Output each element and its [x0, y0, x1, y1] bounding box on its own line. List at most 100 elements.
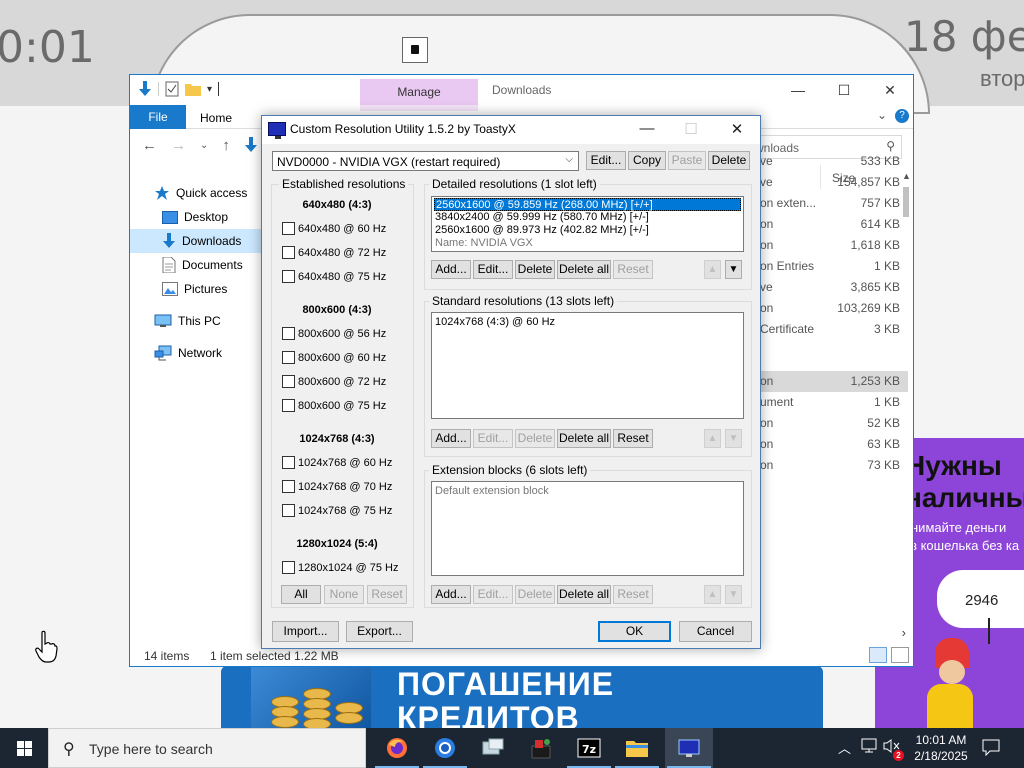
- vertical-scrollbar[interactable]: ▲: [899, 171, 913, 627]
- list-item[interactable]: on Entries 1 KB: [752, 256, 908, 277]
- list-item[interactable]: on exten... 757 KB: [752, 193, 908, 214]
- extension-blocks-list[interactable]: Default extension block: [431, 481, 744, 576]
- scroll-thumb[interactable]: [903, 187, 909, 217]
- taskbar-clock[interactable]: 10:01 AM 2/18/2025: [906, 732, 976, 764]
- checkbox-640x480-60[interactable]: 640x480 @ 60 Hz: [282, 222, 386, 235]
- download-arrow-icon[interactable]: [138, 81, 152, 97]
- list-item[interactable]: 2560x1600 @ 89.973 Hz (402.82 MHz) [+/-]: [434, 224, 650, 237]
- detailed-resolutions-list[interactable]: 2560x1600 @ 59.859 Hz (268.00 MHz) [+/+]…: [431, 196, 744, 252]
- ok-button[interactable]: OK: [598, 621, 671, 642]
- chrome-taskbar-button[interactable]: [421, 728, 469, 768]
- checkbox-640x480-72[interactable]: 640x480 @ 72 Hz: [282, 246, 386, 259]
- cru-taskbar-button[interactable]: [665, 728, 713, 768]
- delete-all-extension-button[interactable]: Delete all: [557, 585, 611, 604]
- delete-device-button[interactable]: Delete: [708, 151, 750, 170]
- properties-icon[interactable]: [165, 81, 179, 97]
- large-icons-view-icon[interactable]: [891, 647, 909, 663]
- recent-dropdown-icon[interactable]: ⌄: [200, 137, 208, 154]
- list-item[interactable]: Default extension block: [434, 485, 550, 498]
- app-taskbar-button[interactable]: [517, 728, 565, 768]
- checkbox-1280x1024-75[interactable]: 1280x1024 @ 75 Hz: [282, 561, 398, 574]
- list-item[interactable]: 1024x768 (4:3) @ 60 Hz: [434, 316, 556, 329]
- checkbox-1024x768-60[interactable]: 1024x768 @ 60 Hz: [282, 456, 392, 469]
- checkbox-800x600-72[interactable]: 800x600 @ 72 Hz: [282, 375, 386, 388]
- 7zip-taskbar-button[interactable]: 7z: [565, 728, 613, 768]
- export-button[interactable]: Export...: [346, 621, 413, 642]
- dialog-titlebar[interactable]: Custom Resolution Utility 1.5.2 by Toast…: [262, 116, 760, 144]
- import-button[interactable]: Import...: [272, 621, 339, 642]
- start-button[interactable]: [0, 728, 48, 768]
- sidebar-item-downloads[interactable]: Downloads: [130, 229, 264, 253]
- list-item[interactable]: Certificate 3 KB: [752, 319, 908, 340]
- list-item[interactable]: 3840x2400 @ 59.999 Hz (580.70 MHz) [+/-]: [434, 211, 650, 224]
- minimize-button[interactable]: —: [775, 75, 821, 105]
- sidebar-item-pictures[interactable]: Pictures: [162, 277, 227, 301]
- tab-file[interactable]: File: [130, 105, 186, 129]
- checkbox-800x600-60[interactable]: 800x600 @ 60 Hz: [282, 351, 386, 364]
- new-folder-icon[interactable]: [185, 82, 201, 96]
- ribbon-expand-icon[interactable]: ⌄: [877, 108, 887, 122]
- tab-home[interactable]: Home: [200, 111, 232, 125]
- checkbox-640x480-75[interactable]: 640x480 @ 75 Hz: [282, 270, 386, 283]
- cancel-button[interactable]: Cancel: [679, 621, 752, 642]
- reset-standard-button[interactable]: Reset: [613, 429, 653, 448]
- maximize-button[interactable]: ☐: [821, 75, 867, 105]
- firefox-taskbar-button[interactable]: [373, 728, 421, 768]
- add-standard-button[interactable]: Add...: [431, 429, 471, 448]
- taskbar-search-box[interactable]: ⚲ Type here to search: [48, 728, 366, 768]
- sidebar-item-documents[interactable]: Documents: [162, 253, 243, 277]
- tab-application-tools[interactable]: [360, 105, 478, 111]
- close-button[interactable]: ✕: [867, 75, 913, 105]
- checkbox-800x600-56[interactable]: 800x600 @ 56 Hz: [282, 327, 386, 340]
- list-item[interactable]: on 1,253 KB: [752, 371, 908, 392]
- edit-detailed-button[interactable]: Edit...: [473, 260, 513, 279]
- add-extension-button[interactable]: Add...: [431, 585, 471, 604]
- delete-all-detailed-button[interactable]: Delete all: [557, 260, 611, 279]
- sidebar-item-this-pc[interactable]: This PC: [154, 309, 221, 333]
- back-arrow-icon[interactable]: ←: [142, 137, 157, 154]
- show-hidden-icons-icon[interactable]: ︿: [838, 738, 851, 768]
- details-view-icon[interactable]: [869, 647, 887, 663]
- up-arrow-icon[interactable]: ↑: [222, 137, 230, 154]
- move-down-icon[interactable]: ▼: [725, 260, 742, 279]
- checkbox-800x600-75[interactable]: 800x600 @ 75 Hz: [282, 399, 386, 412]
- scroll-right-icon[interactable]: ›: [902, 625, 906, 640]
- help-icon[interactable]: ?: [895, 109, 909, 123]
- list-item[interactable]: on 63 KB: [752, 434, 908, 455]
- list-item[interactable]: on 614 KB: [752, 214, 908, 235]
- sidebar-item-quick-access[interactable]: Quick access: [154, 181, 247, 205]
- qa-dropdown-icon[interactable]: ▾: [207, 84, 212, 95]
- edit-device-button[interactable]: Edit...: [586, 151, 626, 170]
- copy-button[interactable]: Copy: [628, 151, 666, 170]
- list-item[interactable]: on 1,618 KB: [752, 235, 908, 256]
- file-explorer-taskbar-button[interactable]: [613, 728, 661, 768]
- checkbox-1024x768-70[interactable]: 1024x768 @ 70 Hz: [282, 480, 392, 493]
- action-center-button[interactable]: [982, 738, 1000, 768]
- list-item[interactable]: on 52 KB: [752, 413, 908, 434]
- list-item[interactable]: ve 3,865 KB: [752, 277, 908, 298]
- list-item[interactable]: on 73 KB: [752, 455, 908, 476]
- standard-resolutions-list[interactable]: 1024x768 (4:3) @ 60 Hz: [431, 312, 744, 419]
- forward-arrow-icon[interactable]: →: [171, 137, 186, 154]
- list-item[interactable]: ument 1 KB: [752, 392, 908, 413]
- display-settings-taskbar-button[interactable]: [469, 728, 517, 768]
- delete-detailed-button[interactable]: Delete: [515, 260, 555, 279]
- credit-banner-ad[interactable]: ПОГАШЕНИЕ КРЕДИТОВ: [221, 666, 823, 728]
- horizontal-scrollbar[interactable]: ›: [752, 625, 908, 641]
- checkbox-1024x768-75[interactable]: 1024x768 @ 75 Hz: [282, 504, 392, 517]
- tab-manage[interactable]: Manage: [360, 79, 478, 105]
- sidebar-item-network[interactable]: Network: [154, 341, 222, 365]
- list-item[interactable]: 2560x1600 @ 59.859 Hz (268.00 MHz) [+/+]: [434, 198, 741, 211]
- sidebar-item-desktop[interactable]: Desktop: [162, 205, 228, 229]
- minimize-button[interactable]: —: [632, 120, 662, 137]
- list-item[interactable]: ve 154,857 KB: [752, 172, 908, 193]
- scroll-up-icon[interactable]: ▲: [902, 171, 911, 181]
- explorer-titlebar[interactable]: ▾ Manage Downloads — ☐ ✕: [130, 75, 913, 105]
- list-item[interactable]: on 103,269 KB: [752, 298, 908, 319]
- device-select[interactable]: NVD0000 - NVIDIA VGX (restart required) …: [272, 151, 579, 171]
- cru-dialog[interactable]: Custom Resolution Utility 1.5.2 by Toast…: [261, 115, 761, 649]
- network-tray-icon[interactable]: [860, 738, 878, 768]
- delete-all-standard-button[interactable]: Delete all: [557, 429, 611, 448]
- add-detailed-button[interactable]: Add...: [431, 260, 471, 279]
- list-item-name[interactable]: Name: NVIDIA VGX: [434, 237, 534, 250]
